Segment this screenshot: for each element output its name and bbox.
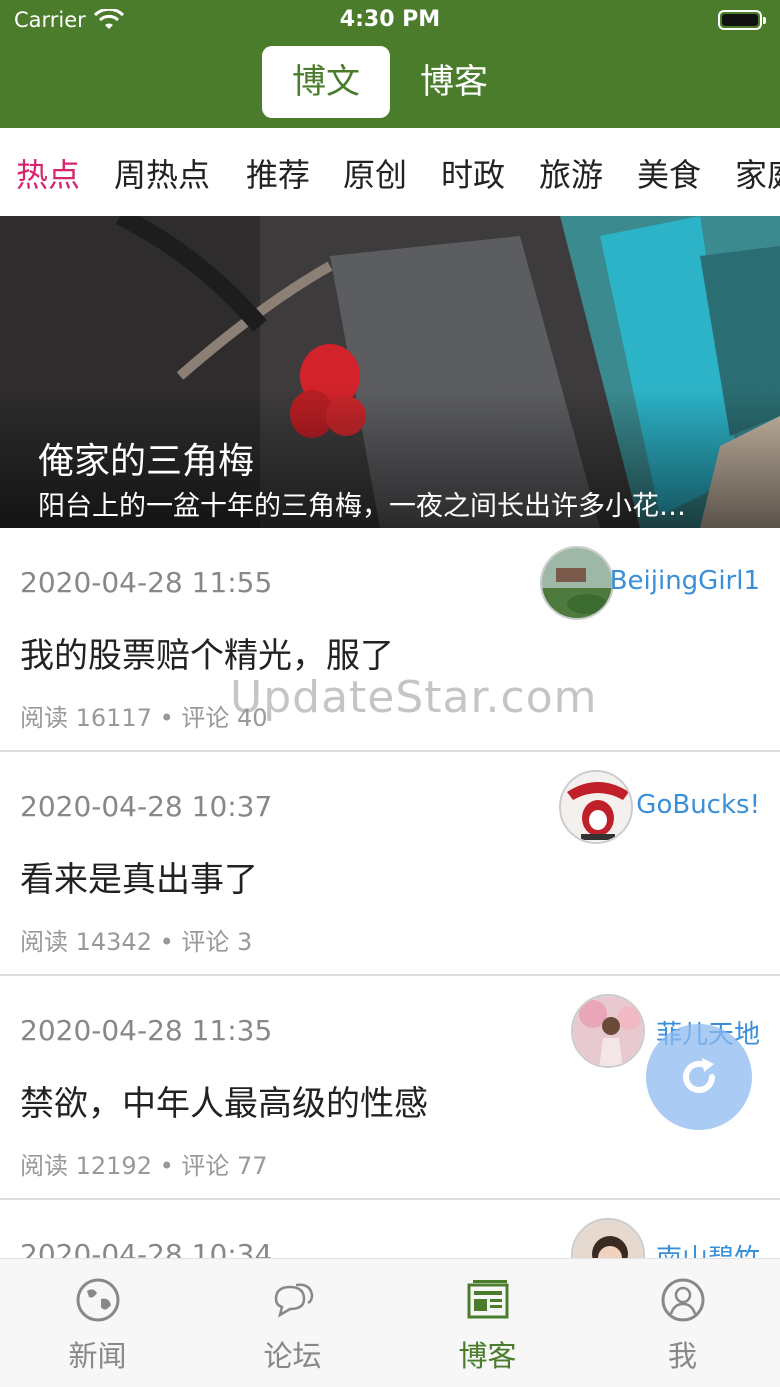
battery-icon (718, 10, 766, 30)
banner-subtitle: 阳台上的一盆十年的三角梅，一夜之间长出许多小花… (38, 491, 686, 522)
tab-label: 博客 (458, 1339, 517, 1373)
globe-icon (76, 1278, 120, 1322)
category-tab[interactable]: 旅游 (539, 150, 603, 196)
post-date: 2020-04-28 10:37 (20, 790, 273, 823)
top-bar: Carrier 4:30 PM 博文 博客 (0, 0, 780, 128)
author-avatar[interactable] (571, 994, 645, 1068)
post-item[interactable]: 2020-04-28 10:37 看来是真出事了 阅读 14342 • 评论 3… (0, 752, 780, 976)
post-title: 看来是真出事了 (20, 860, 258, 900)
tab-news[interactable]: 新闻 (0, 1259, 195, 1387)
tab-forum[interactable]: 论坛 (195, 1259, 390, 1387)
category-tab[interactable]: 家庭 (735, 150, 780, 196)
status-bar: Carrier 4:30 PM (0, 0, 780, 40)
category-tab[interactable]: 热点 (16, 150, 80, 196)
user-icon (661, 1278, 705, 1322)
category-tab[interactable]: 推荐 (246, 150, 310, 196)
tab-blog[interactable]: 博客 (390, 1259, 585, 1387)
bottom-tab-bar: 新闻 论坛 博客 我 (0, 1258, 780, 1387)
author-avatar[interactable] (559, 770, 633, 844)
post-stats: 阅读 12192 • 评论 77 (20, 1152, 268, 1180)
banner-title: 俺家的三角梅 (38, 441, 255, 482)
category-tab[interactable]: 美食 (637, 150, 701, 196)
post-stats: 阅读 14342 • 评论 3 (20, 928, 253, 956)
category-tab[interactable]: 时政 (441, 150, 505, 196)
author-avatar[interactable] (540, 546, 614, 620)
post-title: 禁欲，中年人最高级的性感 (20, 1084, 428, 1124)
refresh-button[interactable] (646, 1024, 752, 1130)
author-name[interactable]: GoBucks! (636, 790, 760, 820)
author-name[interactable]: BeijingGirl1 (610, 566, 760, 596)
post-title: 我的股票赔个精光，服了 (20, 636, 394, 676)
refresh-icon (683, 1058, 715, 1093)
tab-label: 我 (667, 1339, 697, 1373)
segment-posts[interactable]: 博文 (262, 46, 390, 118)
category-tab[interactable]: 原创 (343, 150, 407, 196)
category-tab[interactable]: 周热点 (114, 150, 210, 196)
segment-blogs[interactable]: 博客 (390, 46, 518, 118)
featured-banner[interactable]: 俺家的三角梅 阳台上的一盆十年的三角梅，一夜之间长出许多小花… (0, 216, 780, 528)
watermark-text: UpdateStar.com (230, 672, 598, 723)
category-tabs: 热点 周热点 推荐 原创 时政 旅游 美食 家庭 (0, 128, 780, 216)
tab-me[interactable]: 我 (585, 1259, 780, 1387)
chat-icon (274, 1283, 314, 1318)
post-date: 2020-04-28 11:35 (20, 1014, 273, 1047)
newspaper-icon (467, 1280, 509, 1319)
tab-label: 新闻 (68, 1339, 127, 1373)
status-time: 4:30 PM (339, 7, 441, 32)
post-date: 2020-04-28 11:55 (20, 566, 273, 599)
tab-label: 论坛 (263, 1339, 322, 1373)
